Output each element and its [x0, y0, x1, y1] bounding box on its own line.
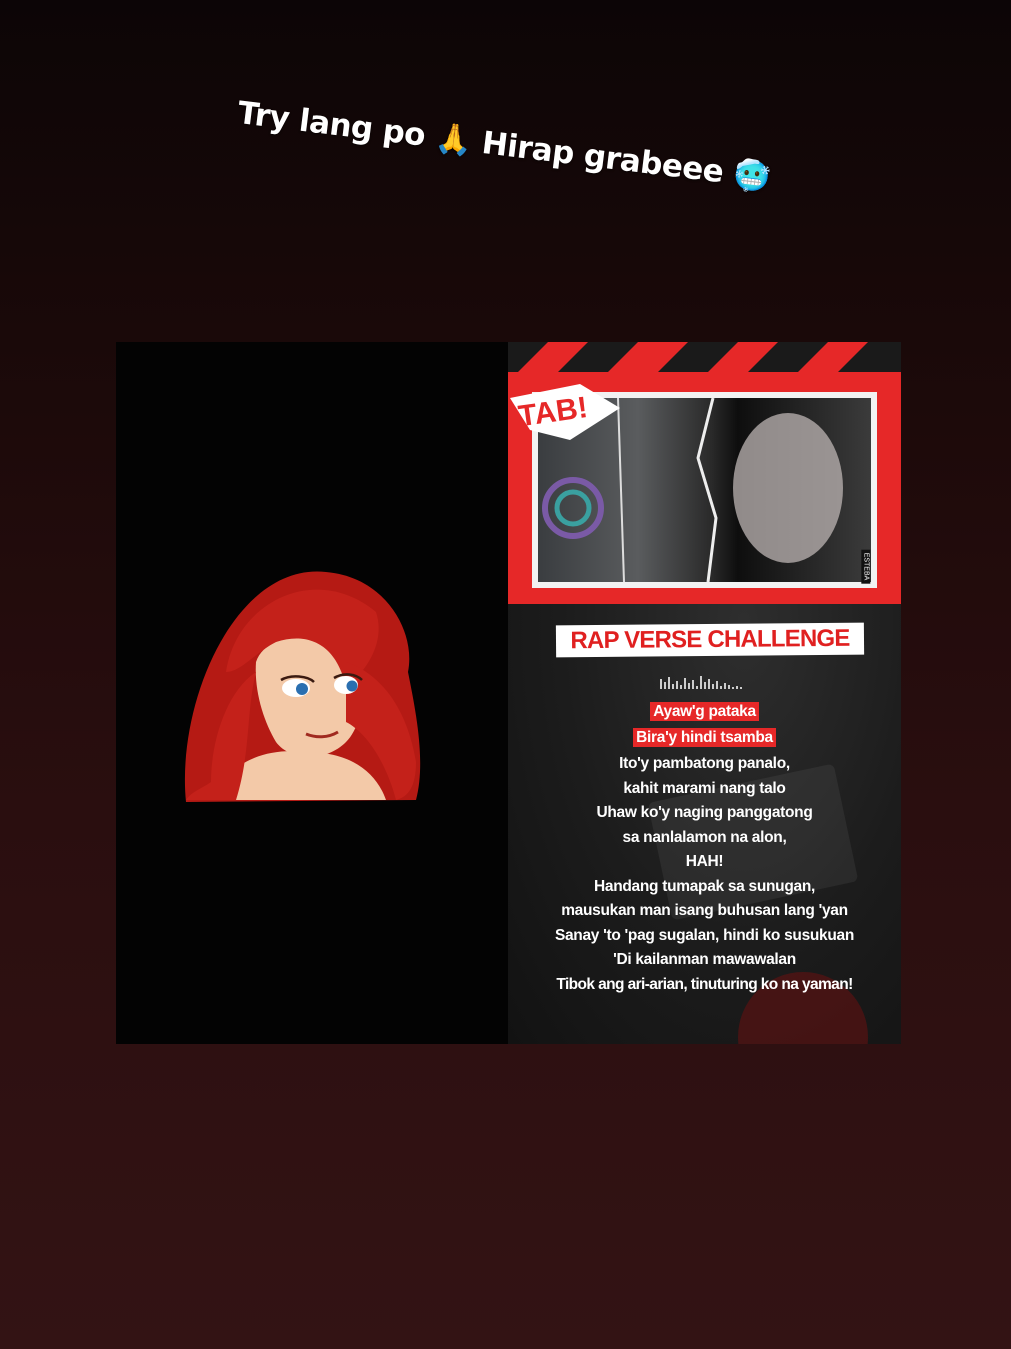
challenge-title: RAP VERSE CHALLENGE — [555, 622, 865, 658]
lyric-line: Uhaw ko'y naging panggatong — [596, 804, 813, 821]
lyric-highlight-2: Bira'y hindi tsamba — [633, 728, 776, 747]
lyric-highlight-1: Ayaw'g pataka — [650, 702, 759, 721]
tab-logo-badge: TAB! — [510, 384, 620, 440]
lyric-line: sa nanlalamon na alon, — [622, 828, 787, 846]
caption-text-a: Try lang po — [235, 95, 428, 154]
challenge-poster: TAB! ESTEBA — [508, 372, 901, 604]
warning-stripes — [508, 342, 901, 372]
lyric-line: Sanay 'to 'pag sugalan, hindi ko susukua… — [554, 926, 855, 944]
lyric-line: Handang tumapak sa sunugan, — [594, 877, 815, 895]
lyric-line: mausukan man isang buhusan lang 'yan — [561, 902, 848, 919]
left-video-pane — [116, 342, 508, 1044]
praying-hands-icon: 🙏 — [433, 120, 474, 160]
video-caption: Try lang po 🙏 Hirap grabeee 🥶 — [236, 95, 796, 199]
lyrics-block: Ayaw'g pataka Bira'y hindi tsamba Ito'y … — [508, 700, 901, 997]
lyric-line: 'Di kailanman mawawalan — [613, 951, 796, 968]
lyric-line: HAH! — [685, 853, 724, 870]
stitch-video[interactable]: TAB! ESTEBA RAP VERSE CHALLENGE Ayaw'g p… — [116, 342, 901, 1044]
lyric-line: Ito'y pambatong panalo, — [619, 755, 790, 772]
side-label: ESTEBA — [861, 549, 871, 584]
lyric-line: Tibok ang ari-arian, tinuturing ko na ya… — [556, 975, 853, 993]
caption-text-b: Hirap grabeee — [479, 124, 726, 191]
audio-waveform-icon — [660, 676, 742, 689]
red-hair-character-avatar — [184, 571, 421, 802]
lyric-line: kahit marami nang talo — [623, 779, 786, 797]
right-video-pane: TAB! ESTEBA RAP VERSE CHALLENGE Ayaw'g p… — [508, 342, 901, 1044]
cold-face-icon: 🥶 — [731, 156, 773, 197]
